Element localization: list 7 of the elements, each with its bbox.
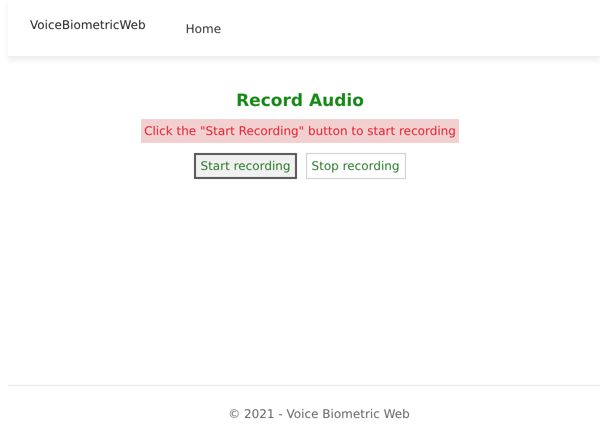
- nav-link[interactable]: Home: [186, 20, 222, 38]
- footer-text: © 2021 - Voice Biometric Web: [228, 406, 410, 423]
- status-message: Click the "Start Recording" button to start recording: [141, 118, 459, 142]
- brand-link[interactable]: VoiceBiometricWeb: [30, 16, 146, 34]
- page-title: Record Audio: [236, 90, 364, 113]
- record-button[interactable]: Stop recording: [306, 152, 406, 178]
- record-button[interactable]: Start recording: [194, 152, 297, 178]
